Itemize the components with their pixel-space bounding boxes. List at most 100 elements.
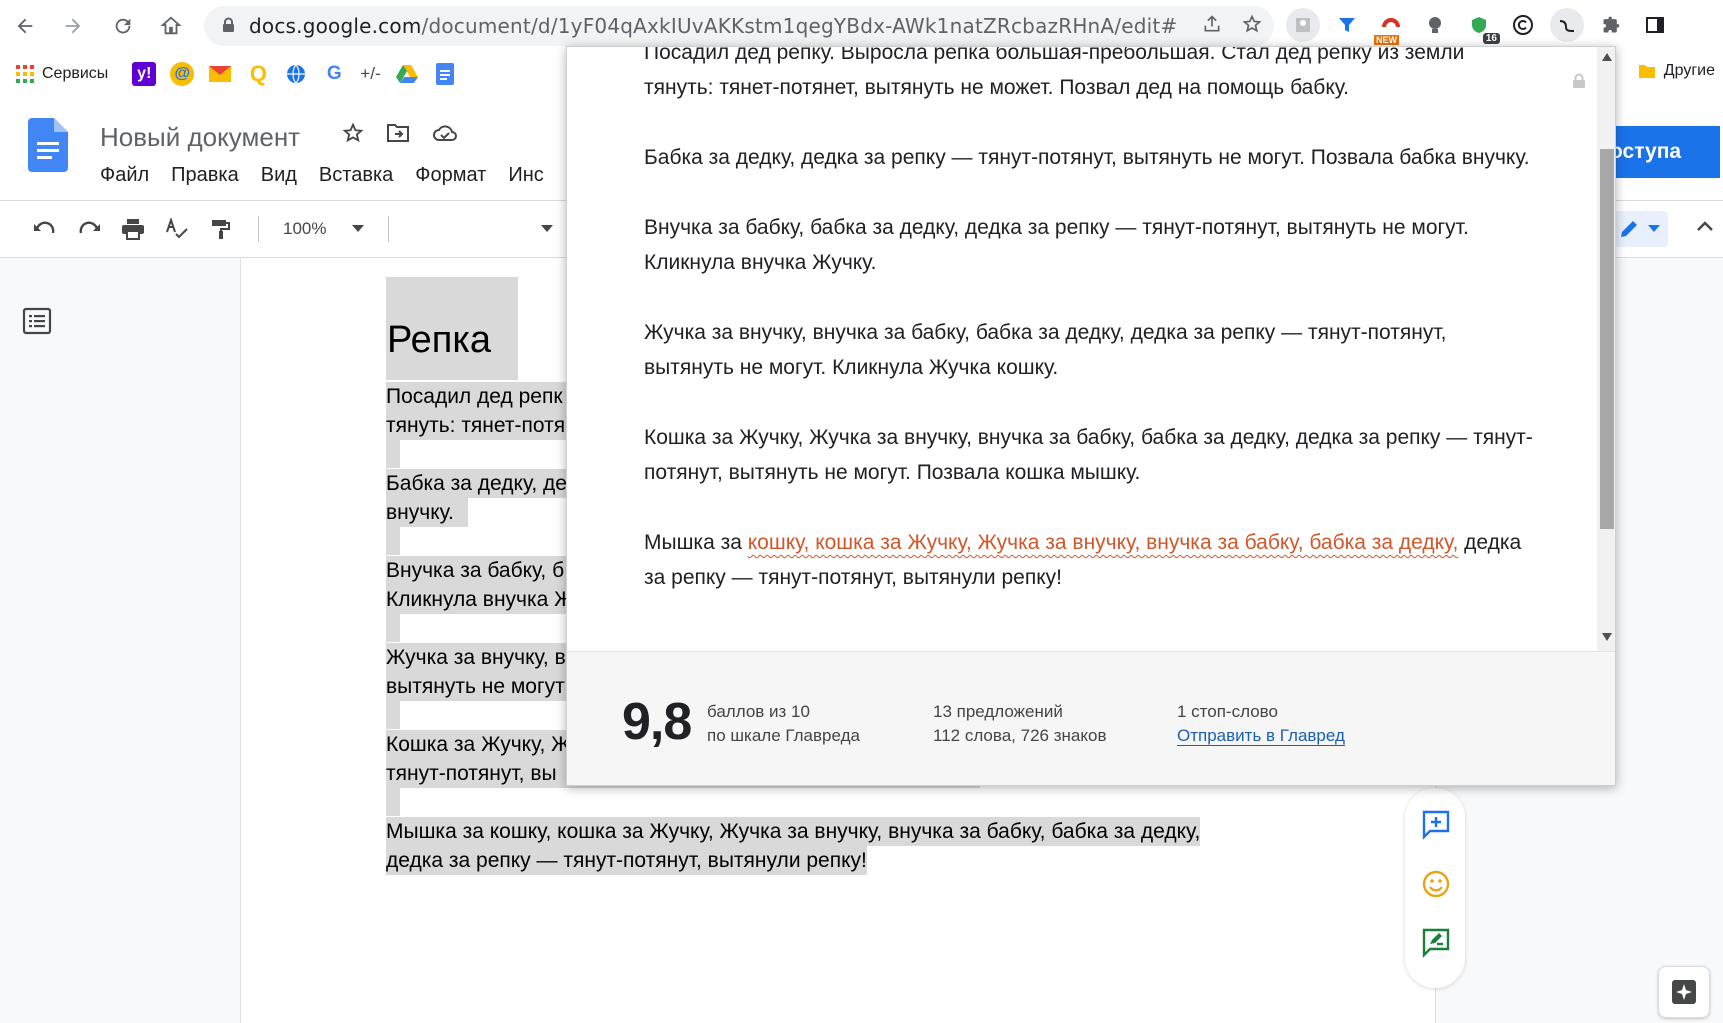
doc-line: дедка за репку — тянут-потянут, вытянули… (386, 846, 867, 875)
other-bookmarks-label: Другие (1663, 62, 1715, 79)
doc-paragraph-2[interactable]: Бабка за дедку, де внучку. (386, 469, 567, 527)
plusminus-bookmark[interactable]: +/- (360, 64, 380, 84)
copyright-ext-icon[interactable] (1506, 8, 1540, 42)
magnet-ext-icon[interactable]: NEW (1374, 8, 1408, 45)
paint-format-icon[interactable] (208, 218, 234, 240)
glavred-text-segment: Мышка за (644, 531, 748, 554)
glavred-popup: Посадил дед репку. Выросла репка большая… (566, 46, 1616, 786)
menu-format[interactable]: Формат (415, 164, 486, 187)
menu-file[interactable]: Файл (100, 164, 149, 187)
cloud-status-icon[interactable] (432, 122, 458, 150)
doc-line: Мышка за кошку, кошка за Жучку, Жучка за… (386, 817, 1201, 846)
menu-edit[interactable]: Правка (171, 164, 239, 187)
glavred-score: 9,8 (622, 693, 692, 751)
q-bookmark-icon[interactable]: Q (246, 61, 270, 86)
glavred-paragraph-5: Кошка за Жучку, Жучка за внучку, внучка … (644, 426, 1533, 484)
home-icon[interactable] (152, 7, 190, 45)
filter-ext-icon[interactable] (1330, 8, 1364, 42)
puzzle-icon[interactable] (1594, 8, 1628, 42)
redo-icon[interactable] (76, 221, 102, 237)
glavred-paragraph-1: Посадил дед репку. Выросла репка большая… (644, 47, 1465, 99)
scroll-up-icon[interactable] (1602, 53, 1612, 64)
document-title[interactable]: Новый документ (100, 122, 300, 153)
doc-paragraph-1[interactable]: Посадил дед репк тянуть: тянет-потя (386, 382, 566, 440)
score-caption: баллов из 10 по шкале Главреда (707, 700, 860, 748)
scroll-thumb[interactable] (1600, 149, 1614, 529)
url-text: docs.google.com/document/d/1yF04qAxkIUvA… (249, 14, 1179, 38)
editing-mode-button[interactable] (1610, 211, 1668, 247)
google-bookmark-icon[interactable]: G (322, 62, 346, 86)
toolbar-divider (258, 216, 259, 242)
lock-icon (222, 17, 235, 36)
mail-ru-bookmark-icon[interactable]: @ (170, 62, 195, 86)
drive-bookmark-icon[interactable] (395, 62, 419, 86)
reload-icon[interactable] (104, 7, 142, 45)
add-comment-icon[interactable] (1420, 808, 1452, 840)
scroll-down-icon[interactable] (1602, 633, 1612, 644)
glavred-footer: 9,8 баллов из 10 по шкале Главреда 13 пр… (567, 651, 1615, 785)
empty-line (386, 527, 400, 555)
move-folder-icon[interactable] (386, 122, 410, 150)
shield-ext-icon[interactable]: 16 (1462, 8, 1500, 44)
profile-ext-icon[interactable] (1286, 8, 1320, 42)
globe-bookmark-icon[interactable] (284, 62, 308, 86)
paragraph-style-select[interactable] (413, 225, 554, 233)
docs-bookmark-icon[interactable] (433, 62, 457, 86)
undo-icon[interactable] (32, 221, 58, 237)
star-icon[interactable] (342, 122, 364, 150)
chevron-down-icon (1648, 225, 1660, 232)
collapse-menus-icon[interactable] (1696, 215, 1714, 238)
doc-line: Посадил дед репк (386, 382, 566, 411)
menu-tools[interactable]: Инс (508, 164, 543, 187)
glavred-paragraph-4: Жучка за внучку, внучка за бабку, бабка … (644, 321, 1447, 379)
folder-icon (1638, 65, 1655, 78)
browser-toolbar: docs.google.com/document/d/1yF04qAxkIUvA… (0, 0, 1723, 52)
text-stats: 13 предложений 112 слова, 726 знаков (933, 700, 1106, 748)
document-outline-icon[interactable] (22, 306, 52, 336)
share-button[interactable]: оступа (1600, 126, 1720, 178)
yahoo-bookmark-icon[interactable]: y! (132, 62, 157, 86)
glavred-text-area[interactable]: Посадил дед репку. Выросла репка большая… (567, 47, 1597, 651)
doc-paragraph-4[interactable]: Жучка за внучку, в вытянуть не могут (386, 643, 566, 701)
emoji-reaction-icon[interactable] (1420, 868, 1452, 900)
bookmark-star-icon[interactable] (1242, 14, 1262, 40)
apps-bookmark[interactable]: Сервисы (16, 65, 108, 83)
ext-new-badge: NEW (1374, 35, 1399, 45)
url-host: docs.google.com (249, 14, 422, 38)
popup-scrollbar[interactable] (1597, 47, 1615, 651)
docs-menu-bar: Файл Правка Вид Вставка Формат Инс (100, 164, 544, 187)
print-icon[interactable] (120, 218, 146, 240)
chevron-down-icon (541, 225, 554, 232)
menu-view[interactable]: Вид (261, 164, 297, 187)
glavred-ext-icon[interactable] (1550, 8, 1584, 42)
side-panel-icon[interactable] (1638, 8, 1672, 42)
score-caption-line: по шкале Главреда (707, 726, 860, 745)
toolbar-divider (388, 216, 390, 242)
envelope-bookmark-icon[interactable] (208, 62, 232, 86)
doc-line: тянуть: тянет-потя (386, 411, 566, 440)
forward-icon[interactable] (54, 7, 92, 45)
other-bookmarks[interactable]: Другие (1638, 62, 1715, 80)
document-heading[interactable]: Репка (386, 277, 518, 380)
stopword-highlight[interactable]: кошку, кошка за Жучку, Жучка за внучку, … (748, 531, 1459, 554)
bulb-ext-icon[interactable] (1418, 8, 1452, 42)
spellcheck-icon[interactable] (164, 218, 190, 240)
doc-paragraph-3[interactable]: Внучка за бабку, б Кликнула внучка Ж (386, 556, 574, 614)
share-page-icon[interactable] (1202, 14, 1222, 40)
side-actions-panel (1405, 788, 1465, 988)
menu-insert[interactable]: Вставка (319, 164, 393, 187)
send-to-glavred-link[interactable]: Отправить в Главред (1177, 724, 1345, 748)
score-caption-line: баллов из 10 (707, 702, 810, 721)
glavred-paragraph-3: Внучка за бабку, бабка за дедку, дедка з… (644, 216, 1469, 274)
address-bar[interactable]: docs.google.com/document/d/1yF04qAxkIUvA… (204, 6, 1274, 46)
empty-line (386, 788, 400, 816)
suggest-edits-icon[interactable] (1420, 926, 1452, 958)
doc-line: Внучка за бабку, б (386, 556, 566, 585)
zoom-select[interactable]: 100% (283, 219, 365, 239)
empty-line (386, 440, 400, 468)
explore-button[interactable] (1658, 966, 1710, 1018)
glavred-paragraph-6: Мышка за кошку, кошка за Жучку, Жучка за… (644, 525, 1534, 595)
docs-logo-icon[interactable] (28, 118, 68, 172)
back-icon[interactable] (6, 7, 44, 45)
doc-paragraph-6[interactable]: Мышка за кошку, кошка за Жучку, Жучка за… (386, 817, 1201, 875)
